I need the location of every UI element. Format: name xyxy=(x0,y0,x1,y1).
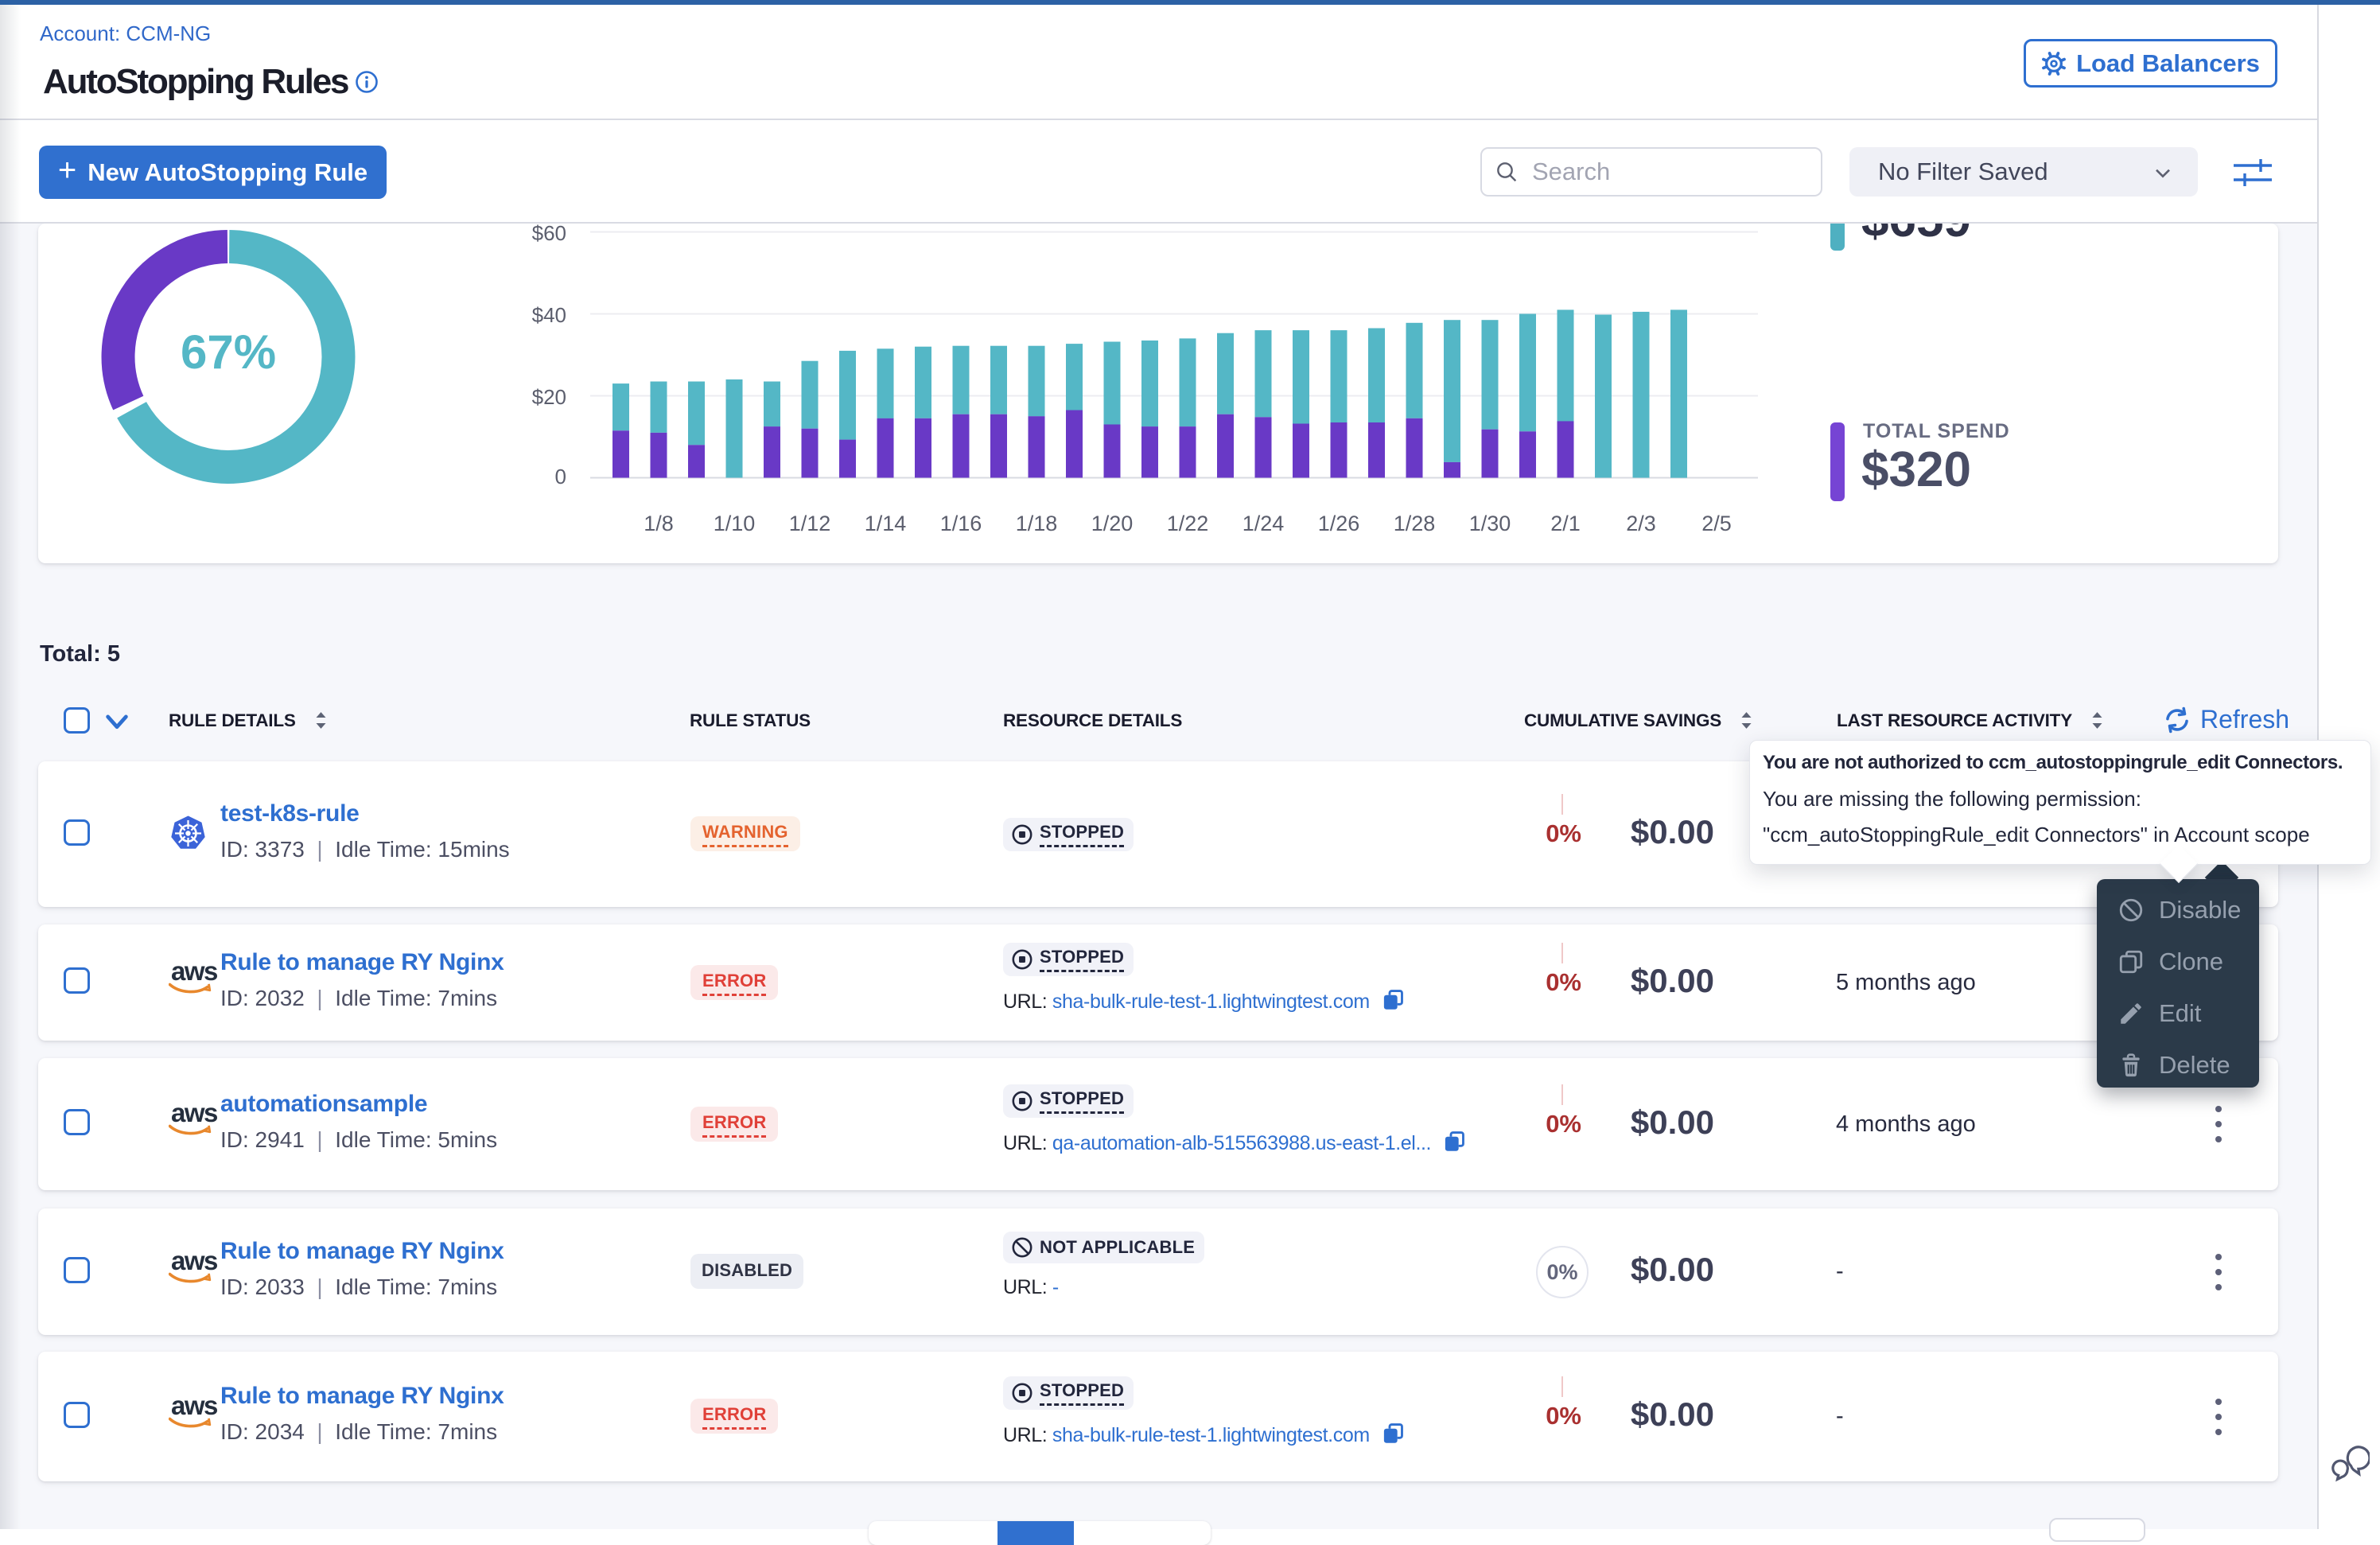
svg-text:$60: $60 xyxy=(532,221,566,245)
svg-text:1/16: 1/16 xyxy=(940,512,982,535)
svg-text:1/14: 1/14 xyxy=(865,512,907,535)
svg-text:1/26: 1/26 xyxy=(1318,512,1360,535)
svg-text:1/18: 1/18 xyxy=(1016,512,1058,535)
svg-text:1/22: 1/22 xyxy=(1167,512,1209,535)
svg-text:1/24: 1/24 xyxy=(1242,512,1285,535)
svg-text:2/5: 2/5 xyxy=(1701,512,1732,535)
svg-text:1/20: 1/20 xyxy=(1091,512,1134,535)
svg-text:$40: $40 xyxy=(532,303,566,327)
svg-text:0: 0 xyxy=(555,465,566,488)
svg-text:2/1: 2/1 xyxy=(1550,512,1581,535)
svg-text:1/8: 1/8 xyxy=(644,512,674,535)
svg-text:1/10: 1/10 xyxy=(714,512,756,535)
svg-text:1/30: 1/30 xyxy=(1469,512,1511,535)
svg-text:$20: $20 xyxy=(532,385,566,409)
svg-text:1/12: 1/12 xyxy=(789,512,831,535)
svg-text:1/28: 1/28 xyxy=(1394,512,1436,535)
svg-text:2/3: 2/3 xyxy=(1626,512,1656,535)
